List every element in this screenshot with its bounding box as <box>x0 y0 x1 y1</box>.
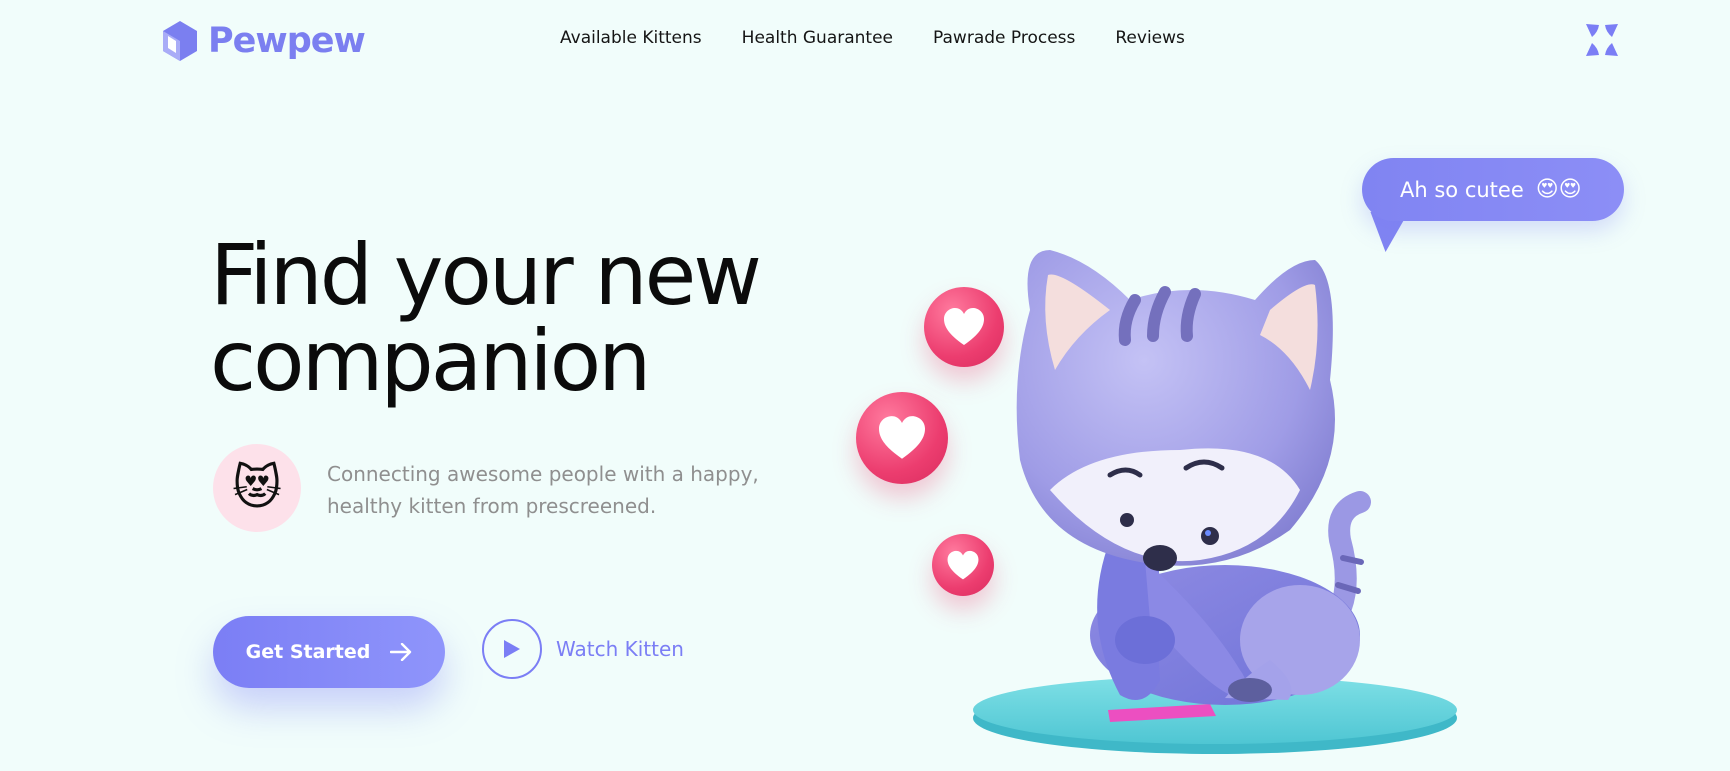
nav-item-pawrade-process[interactable]: Pawrade Process <box>933 28 1075 48</box>
get-started-button[interactable]: Get Started <box>213 616 445 688</box>
brand-name: Pewpew <box>208 21 366 61</box>
watch-kitten-button[interactable]: Watch Kitten <box>482 619 684 679</box>
get-started-label: Get Started <box>245 641 371 663</box>
nav-item-health-guarantee[interactable]: Health Guarantee <box>742 28 893 48</box>
cube-logo-icon <box>163 21 197 61</box>
hero-subtitle: Connecting awesome people with a happy, … <box>327 462 759 518</box>
heart-icon <box>879 416 925 459</box>
watch-kitten-label: Watch Kitten <box>556 637 684 661</box>
play-button-circle[interactable] <box>482 619 542 679</box>
speech-bubble-text: Ah so cutee <box>1400 177 1524 202</box>
heart-eyes-emoji-icon: 😍😍 <box>1535 177 1582 202</box>
nav-item-available-kittens[interactable]: Available Kittens <box>560 28 702 48</box>
cat-emoji-badge: 😻 <box>213 444 301 532</box>
menu-button[interactable] <box>1584 22 1620 58</box>
main-nav: Available Kittens Health Guarantee Pawra… <box>560 28 1185 48</box>
four-petal-menu-icon <box>1586 24 1618 56</box>
nav-item-reviews[interactable]: Reviews <box>1115 28 1185 48</box>
speech-bubble: Ah so cutee 😍😍 <box>1362 158 1624 221</box>
heart-bubble-middle <box>856 392 948 484</box>
brand-logo[interactable]: Pewpew <box>162 20 366 62</box>
play-icon <box>504 640 520 658</box>
headline-line-2: companion <box>210 312 651 410</box>
headline-line-1: Find your new <box>210 226 762 324</box>
arrow-right-icon <box>390 643 412 661</box>
hero-headline: Find your new companion <box>210 232 762 404</box>
kitten-illustration <box>973 250 1457 754</box>
heart-eyes-cat-icon: 😻 <box>231 462 283 515</box>
